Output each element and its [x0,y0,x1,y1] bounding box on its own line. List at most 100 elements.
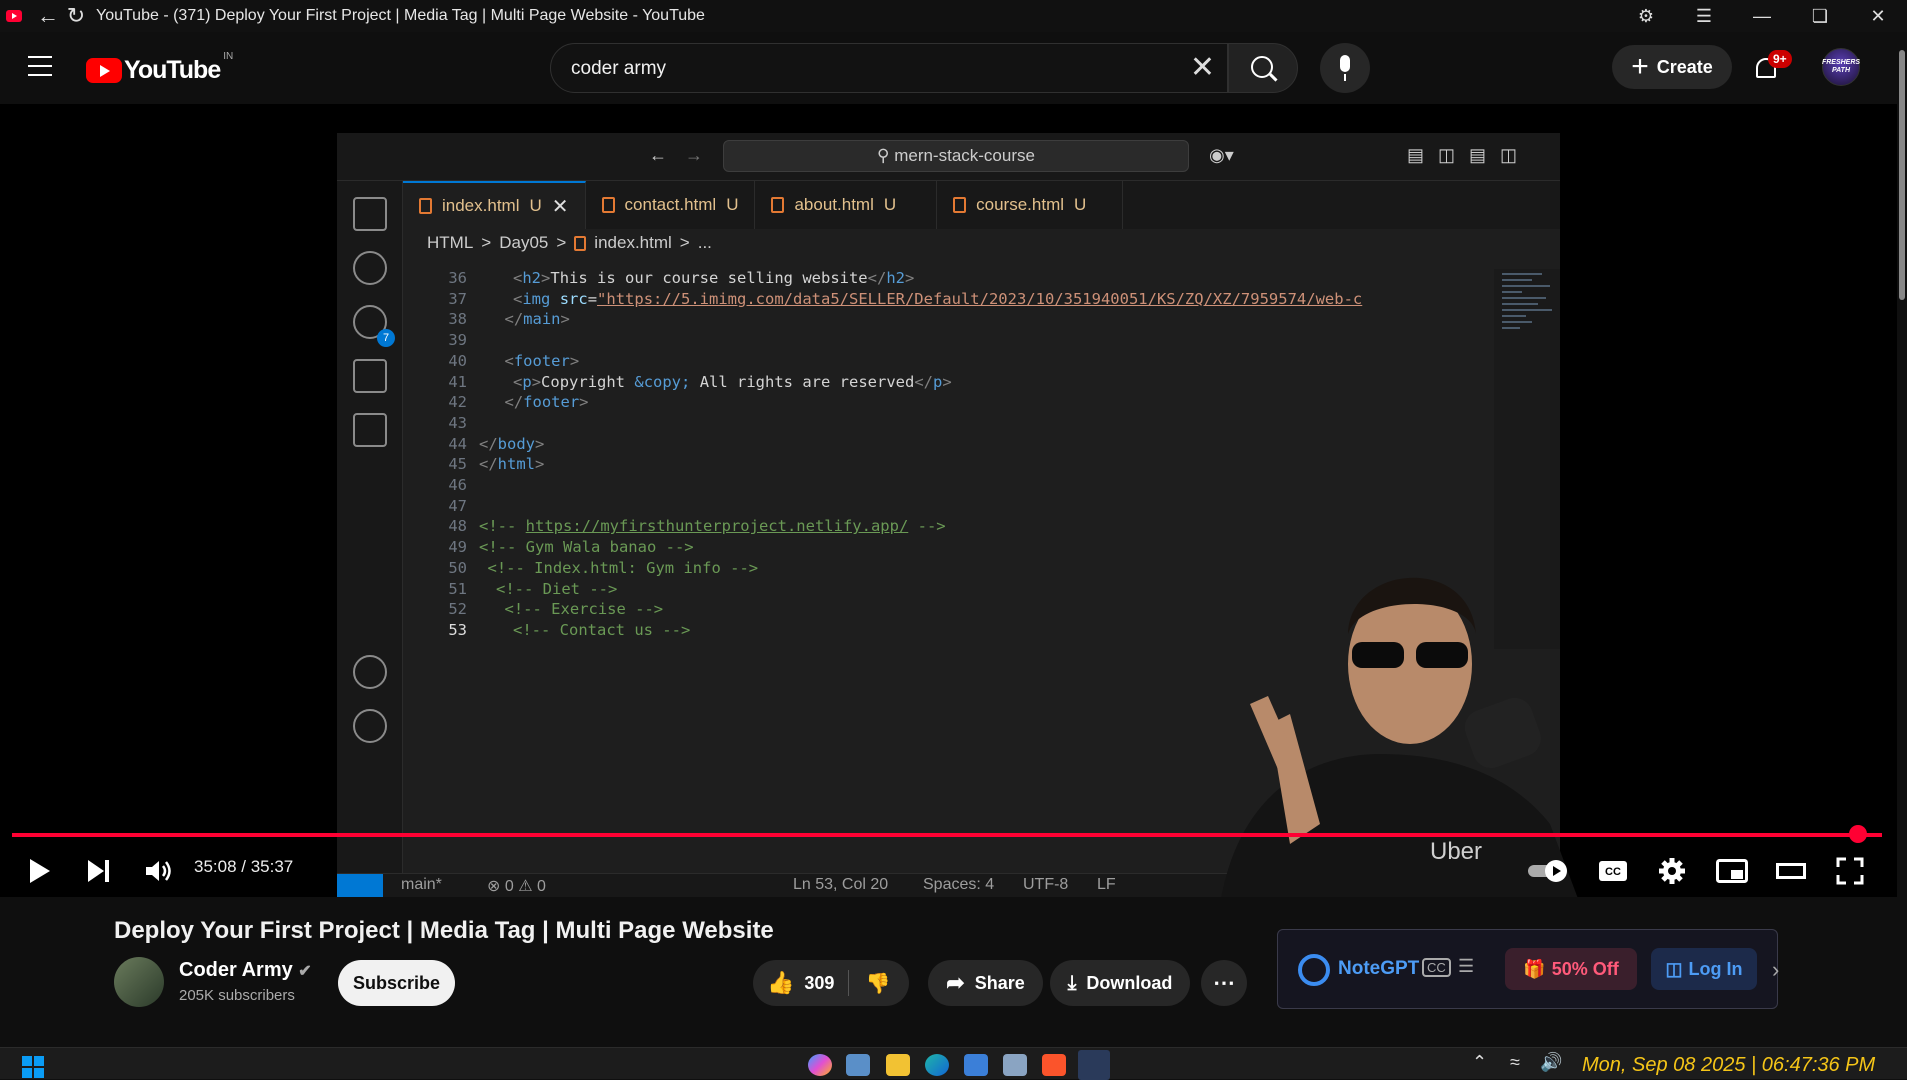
remote-indicator [337,874,383,897]
fullscreen-icon[interactable] [1836,849,1864,893]
html-file-icon [419,198,432,214]
video-player[interactable]: ← → ⚲ mern-stack-course ◉▾ ▤◫▤◫ 7 index.… [0,104,1897,897]
vscode-activity-bar: 7 [337,181,403,897]
subscriber-count: 205K subscribers [179,987,295,1004]
plus-icon: + [1631,50,1649,83]
list-icon[interactable]: ☰ [1458,956,1474,977]
copilot-icon: ◉▾ [1209,145,1234,165]
guide-menu-icon[interactable] [28,56,52,76]
crumb-sep: > [679,233,690,252]
account-avatar[interactable]: FRESHERS PATH [1822,48,1860,86]
code-text: <h2>This is our course selling website</… [513,269,915,287]
download-button[interactable]: ⤓ Download [1050,960,1190,1006]
line-number: 37 [448,289,467,308]
subscribe-button[interactable]: Subscribe [338,960,455,1006]
theater-mode-icon[interactable] [1776,849,1806,893]
system-clock[interactable]: Mon, Sep 08 2025 | 06:47:36 PM [1582,1054,1875,1077]
play-button[interactable] [28,849,52,893]
brave-browser-icon[interactable] [1042,1054,1066,1076]
crumb: HTML [427,233,474,252]
more-actions-button[interactable]: ⋯ [1201,960,1247,1006]
like-button[interactable]: 👍 309 [767,970,850,996]
code-text: <!-- Contact us --> [513,620,691,639]
line-number: 44 [448,434,467,453]
line-number: 43 [448,413,467,432]
miniplayer-icon[interactable] [1716,849,1748,893]
vscode-command-center: ⚲ mern-stack-course [723,140,1189,172]
search-input[interactable]: coder army ✕ [550,43,1228,93]
extensions-icon[interactable]: ⚙ [1617,6,1675,27]
youtube-app-icon[interactable] [1078,1050,1110,1080]
search-button[interactable] [1228,43,1298,93]
login-button[interactable]: ◫ Log In [1651,948,1757,990]
settings-gear-icon[interactable] [1658,849,1686,893]
layout-icons: ▤◫▤◫ [1407,145,1532,165]
file-explorer-icon[interactable] [886,1054,910,1076]
line-ending: LF [1097,876,1116,893]
youtube-logo[interactable]: YouTube IN [86,51,233,85]
speaker-icon[interactable]: 🔊 [1540,1052,1562,1073]
search-icon [353,251,387,285]
mail-app-icon[interactable] [846,1054,870,1076]
edge-browser-icon[interactable] [925,1054,949,1076]
vscode-forward-icon: → [685,145,703,165]
close-button[interactable]: ✕ [1849,6,1907,27]
create-label: Create [1656,56,1713,77]
minimize-button[interactable]: — [1733,6,1791,27]
code-line: 44 </body> [403,435,1494,456]
back-arrow-icon[interactable]: ← [34,2,62,30]
download-label: Download [1086,972,1173,993]
progress-bar[interactable] [12,833,1882,837]
code-line: 45 </html> [403,455,1494,476]
discount-button[interactable]: 🎁 50% Off [1505,948,1637,990]
wifi-icon[interactable]: ≈ [1510,1052,1520,1073]
menu-icon[interactable]: ☰ [1675,6,1733,27]
chevron-right-icon[interactable]: › [1772,957,1779,983]
code-line: 41 <p>Copyright &copy; All rights are res… [403,373,1494,394]
channel-name[interactable]: Coder Army ✔ [179,959,312,982]
tab-about-html: about.html U [755,181,938,229]
line-number: 45 [448,455,467,474]
volume-icon[interactable] [144,849,172,893]
notegpt-name[interactable]: NoteGPT [1338,958,1419,980]
channel-avatar[interactable] [114,957,164,1007]
windows-start-icon[interactable] [22,1056,44,1078]
channel-name-text: Coder Army [179,959,293,981]
copilot-app-icon[interactable] [808,1054,832,1076]
shirt-logo-text: Uber [1430,838,1482,865]
browser-titlebar: ← ↻ YouTube - (371) Deploy Your First Pr… [0,0,1907,32]
share-button[interactable]: ➦ Share [928,960,1043,1006]
autoplay-toggle[interactable] [1526,849,1570,893]
search-value[interactable]: coder army [571,58,666,80]
clear-search-icon[interactable]: ✕ [1190,53,1215,83]
dislike-button[interactable]: 👎 [849,971,890,996]
vscode-titlebar: ← → ⚲ mern-stack-course ◉▾ ▤◫▤◫ [337,133,1560,181]
line-number: 46 [448,476,467,494]
restore-button[interactable]: ❏ [1791,6,1849,27]
html-file-icon [771,197,785,213]
next-button[interactable] [86,849,112,893]
cc-icon[interactable]: CC [1422,958,1451,977]
create-button[interactable]: + Create [1612,45,1732,89]
crumb: Day05 [499,233,549,252]
tab-status: U [883,195,897,214]
store-app-icon[interactable] [964,1054,988,1076]
captions-icon[interactable]: CC [1598,849,1628,893]
code-line: 42 </footer> [403,393,1494,414]
page-scrollbar[interactable] [1897,32,1907,1047]
scrubber-handle[interactable] [1848,825,1867,843]
terminal-app-icon[interactable] [1003,1054,1027,1076]
code-text: </body> [479,434,545,453]
line-number: 40 [448,351,467,370]
voice-search-icon[interactable] [1320,43,1370,93]
presenter-webcam-overlay: Uber [1221,577,1578,897]
file-encoding: UTF-8 [1023,876,1069,893]
line-number: 36 [448,269,467,287]
crumb: index.html [594,233,672,252]
reload-icon[interactable]: ↻ [62,2,90,30]
code-text: <!-- Index.html: Gym info --> [487,558,759,577]
vscode-project-name: mern-stack-course [894,146,1035,165]
tray-chevron-icon[interactable]: ⌃ [1472,1052,1487,1073]
manage-gear-icon [353,709,387,743]
tab-contact-html: contact.html U [586,181,756,229]
